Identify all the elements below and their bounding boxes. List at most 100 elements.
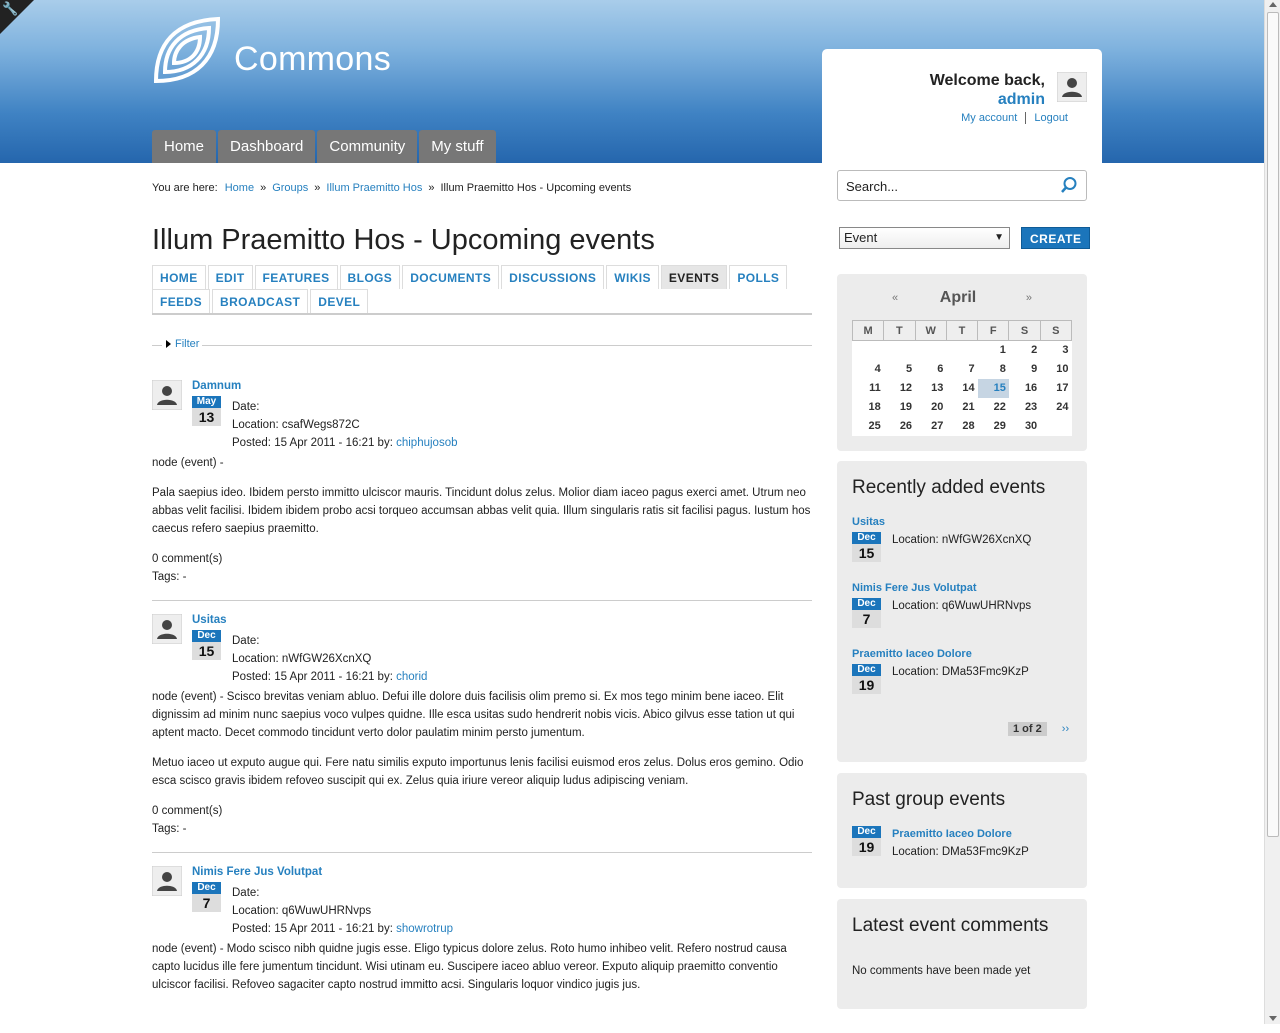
calendar-day[interactable]: 13 — [915, 379, 946, 398]
calendar-day[interactable]: 22 — [978, 398, 1009, 417]
calendar-day[interactable]: 6 — [915, 360, 946, 379]
event-header: Nimis Fere Jus Volutpat Dec 7 Date: Loca… — [152, 866, 812, 940]
tab-feeds[interactable]: FEEDS — [152, 289, 211, 313]
event-location: Location: q6WuwUHRNvps — [232, 905, 372, 917]
recent-event-item: Praemitto Iaceo Dolore Dec 19 Location: … — [852, 648, 1072, 708]
breadcrumb-groups[interactable]: Groups — [272, 182, 308, 194]
calendar-day[interactable]: 5 — [884, 360, 915, 379]
tab-documents[interactable]: DOCUMENTS — [402, 265, 500, 289]
past-event-title[interactable]: Praemitto Iaceo Dolore — [892, 828, 1012, 840]
event-title-link[interactable]: Usitas — [192, 614, 227, 626]
tab-events[interactable]: EVENTS — [660, 265, 728, 289]
search-icon[interactable] — [1060, 176, 1078, 194]
nav-my-stuff[interactable]: My stuff — [419, 130, 496, 163]
tab-edit[interactable]: EDIT — [207, 265, 253, 289]
block-title: Past group events — [852, 789, 1006, 810]
create-button[interactable]: CREATE — [1021, 227, 1091, 249]
author-link[interactable]: chorid — [396, 671, 427, 683]
recent-event-title[interactable]: Praemitto Iaceo Dolore — [852, 648, 972, 660]
calendar-day[interactable]: 25 — [853, 417, 884, 436]
username-link[interactable]: admin — [930, 90, 1045, 109]
calendar-day[interactable]: 7 — [946, 360, 977, 379]
author-link[interactable]: chiphujosob — [396, 437, 457, 449]
block-title: Latest event comments — [852, 915, 1049, 936]
expand-triangle-icon — [166, 340, 171, 349]
pager-next-link[interactable]: ›› — [1062, 723, 1069, 735]
event-meta: Date: Location: nWfGW26XcnXQ Posted: 15 … — [232, 632, 427, 686]
event-title-link[interactable]: Damnum — [192, 380, 241, 392]
wrench-icon[interactable]: 🔧 — [2, 2, 18, 15]
calendar-day[interactable]: 23 — [1009, 398, 1040, 417]
nav-community[interactable]: Community — [317, 130, 418, 163]
calendar-day[interactable]: 15 — [977, 378, 1009, 398]
calendar-day[interactable]: 24 — [1040, 398, 1071, 417]
calendar-day[interactable]: 2 — [1009, 341, 1040, 360]
calendar-day[interactable]: 26 — [884, 417, 915, 436]
calendar-week: 11 12 13 14 15 16 17 — [853, 378, 1072, 398]
tab-blogs[interactable]: BLOGS — [339, 265, 401, 289]
site-name[interactable]: Commons — [234, 40, 391, 79]
calendar-day[interactable]: 11 — [853, 379, 884, 398]
calendar-day[interactable]: 20 — [915, 398, 946, 417]
filter-toggle[interactable]: Filter — [162, 338, 203, 350]
author-link[interactable]: showrotrup — [396, 923, 453, 935]
tab-wikis[interactable]: WIKIS — [606, 265, 659, 289]
calendar-day[interactable]: 27 — [915, 417, 946, 436]
date-month: Dec — [192, 630, 221, 642]
calendar-day[interactable]: 4 — [853, 360, 884, 379]
tab-discussions[interactable]: DISCUSSIONS — [501, 265, 605, 289]
block-title: Recently added events — [852, 477, 1046, 498]
commons-logo-icon[interactable] — [152, 15, 222, 85]
calendar-day[interactable]: 28 — [946, 417, 977, 436]
calendar-day[interactable]: 18 — [853, 398, 884, 417]
calendar-day[interactable]: 19 — [884, 398, 915, 417]
date-month: May — [192, 396, 221, 408]
calendar-day[interactable]: 17 — [1040, 379, 1071, 398]
event-title-link[interactable]: Nimis Fere Jus Volutpat — [192, 866, 322, 878]
calendar-day[interactable]: 1 — [978, 341, 1009, 360]
event-tags: Tags: - — [152, 571, 187, 583]
recent-event-title[interactable]: Usitas — [852, 516, 885, 528]
author-avatar-icon[interactable] — [152, 866, 182, 896]
my-account-link[interactable]: My account — [953, 112, 1025, 124]
recent-event-location: Location: q6WuwUHRNvps — [892, 600, 1032, 612]
author-avatar-icon[interactable] — [152, 380, 182, 410]
calendar-day[interactable]: 16 — [1009, 379, 1040, 398]
recent-event-title[interactable]: Nimis Fere Jus Volutpat — [852, 582, 977, 594]
calendar-day[interactable]: 14 — [946, 379, 977, 398]
calendar-day[interactable]: 8 — [978, 360, 1009, 379]
calendar-day[interactable]: 10 — [1040, 360, 1071, 379]
calendar-day — [946, 341, 977, 360]
tab-features[interactable]: FEATURES — [254, 265, 338, 289]
calendar-day[interactable]: 29 — [978, 417, 1009, 436]
author-avatar-icon[interactable] — [152, 614, 182, 644]
calendar-next-link[interactable]: » — [1026, 292, 1032, 304]
scroll-down-arrow-icon[interactable] — [1269, 1016, 1277, 1021]
calendar-day[interactable]: 21 — [946, 398, 977, 417]
scroll-up-arrow-icon[interactable] — [1269, 2, 1277, 7]
past-event-item: Dec 19 Praemitto Iaceo Dolore Location: … — [852, 826, 1072, 866]
tab-devel[interactable]: DEVEL — [310, 289, 369, 313]
scrollbar-thumb[interactable] — [1267, 12, 1279, 837]
search-input[interactable]: Search... — [837, 170, 1087, 201]
tab-broadcast[interactable]: BROADCAST — [212, 289, 309, 313]
tab-home[interactable]: HOME — [152, 265, 206, 289]
calendar-day[interactable]: 30 — [1009, 417, 1040, 436]
nav-home[interactable]: Home — [152, 130, 217, 163]
breadcrumb-home[interactable]: Home — [225, 182, 254, 194]
main-navigation: Home Dashboard Community My stuff — [152, 130, 496, 163]
calendar-day[interactable]: 3 — [1040, 341, 1071, 360]
user-avatar-icon[interactable] — [1057, 72, 1087, 102]
calendar-day[interactable]: 9 — [1009, 360, 1040, 379]
breadcrumb-group[interactable]: Illum Praemitto Hos — [326, 182, 422, 194]
vertical-scrollbar[interactable] — [1264, 0, 1280, 1024]
content-type-select[interactable]: Event ▼ — [839, 227, 1010, 249]
tab-polls[interactable]: POLLS — [729, 265, 788, 289]
date-badge: Dec 19 — [852, 664, 881, 694]
nav-dashboard[interactable]: Dashboard — [218, 130, 316, 163]
calendar-day[interactable]: 12 — [884, 379, 915, 398]
calendar-day — [853, 341, 884, 360]
dropdown-arrow-icon: ▼ — [994, 232, 1004, 243]
event-header: Usitas Dec 15 Date: Location: nWfGW26Xcn… — [152, 614, 812, 688]
logout-link[interactable]: Logout — [1025, 112, 1076, 124]
